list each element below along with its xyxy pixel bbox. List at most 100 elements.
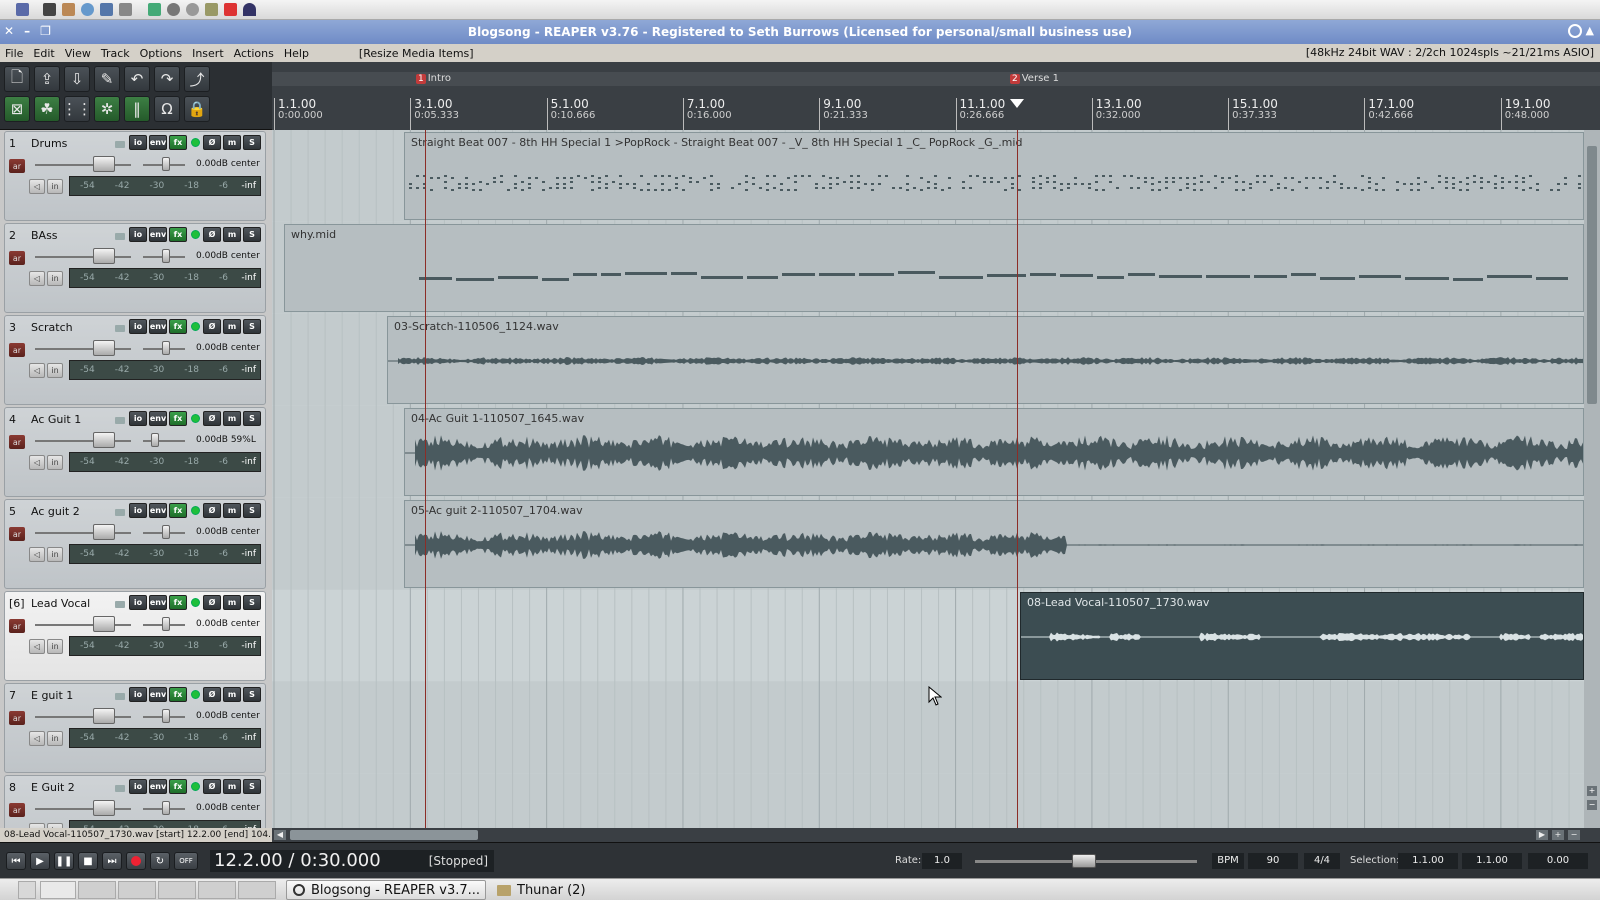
track-meter[interactable]: -54 -42 -30 -18 -6 -inf [69, 728, 261, 748]
pause-icon[interactable]: ❚❚ [54, 852, 74, 870]
volume-slider[interactable] [35, 716, 131, 718]
browser-icon[interactable] [81, 3, 94, 16]
zoom-out-icon[interactable]: − [1587, 800, 1597, 810]
folder-icon[interactable] [115, 785, 125, 792]
folder-icon[interactable] [115, 325, 125, 332]
project-settings-icon[interactable]: ✎ [94, 66, 120, 92]
track-mute-button[interactable]: m [223, 319, 241, 334]
track-header[interactable]: 1 Drums io env fx Øm Sar 0.00dB center ◁ in -54 -42… [4, 131, 266, 221]
fx-enabled-icon[interactable] [189, 779, 201, 794]
track-phase-icon[interactable]: Ø [203, 227, 221, 242]
toggle-grid-icon[interactable]: ⊠ [4, 96, 30, 122]
volume-knob[interactable] [93, 800, 115, 816]
pen-icon[interactable] [205, 3, 218, 16]
track-solo-button[interactable]: S [243, 411, 261, 426]
track-solo-button[interactable]: S [243, 227, 261, 242]
volume-knob[interactable] [93, 156, 115, 172]
track-io-button[interactable]: io [129, 319, 147, 334]
record-input-button[interactable]: in [47, 271, 63, 286]
track-meter[interactable]: -54 -42 -30 -18 -6 -inf [69, 176, 261, 196]
volume-knob[interactable] [93, 524, 115, 540]
up-arrow-icon[interactable]: ▲ [1586, 24, 1594, 38]
workspace-2[interactable] [118, 881, 156, 899]
vertical-scrollbar[interactable]: + − [1584, 130, 1600, 828]
record-monitor-icon[interactable]: ◁ [29, 639, 45, 654]
track-header[interactable]: 7 E guit 1 io env fx Øm Sar 0.00dB center ◁ in -54… [4, 683, 266, 773]
track-fx-button[interactable]: fx [169, 135, 187, 150]
pan-knob[interactable] [162, 157, 170, 171]
pin-icon[interactable] [16, 3, 29, 16]
folder-icon[interactable] [115, 141, 125, 148]
taskbar-thunar-window[interactable]: Thunar (2) [490, 880, 690, 900]
track-solo-button[interactable]: S [243, 319, 261, 334]
zoom-in-icon[interactable]: + [1587, 786, 1597, 796]
track-fx-button[interactable]: fx [169, 411, 187, 426]
scroll-right-icon[interactable]: ▶ [1536, 830, 1548, 840]
fx-enabled-icon[interactable] [189, 687, 201, 702]
play-icon[interactable]: ▶ [30, 852, 50, 870]
folder-icon[interactable] [115, 601, 125, 608]
fx-enabled-icon[interactable] [189, 319, 201, 334]
track-env-button[interactable]: env [149, 135, 167, 150]
rate-slider-knob[interactable] [1072, 854, 1096, 868]
bpm-label[interactable]: BPM [1212, 853, 1244, 869]
track-meter[interactable]: -54 -42 -30 -18 -6 -inf [69, 268, 261, 288]
snap-grid-icon[interactable]: ⋮⋮ [62, 96, 92, 122]
record-monitor-icon[interactable]: ◁ [29, 731, 45, 746]
track-env-button[interactable]: env [149, 595, 167, 610]
time-display[interactable]: 12.2.00 / 0:30.000 [Stopped] [210, 850, 494, 872]
record-input-button[interactable]: in [47, 363, 63, 378]
menu-insert[interactable]: Insert [187, 47, 229, 60]
record-arm-button[interactable]: ar [9, 435, 25, 449]
track-phase-icon[interactable]: Ø [203, 687, 221, 702]
track-io-button[interactable]: io [129, 503, 147, 518]
pan-knob[interactable] [162, 525, 170, 539]
record-monitor-icon[interactable]: ◁ [29, 363, 45, 378]
record-arm-button[interactable]: ar [9, 159, 25, 173]
new-project-icon[interactable]: 🗋 [4, 66, 30, 92]
selection-end[interactable]: 1.1.00 [1462, 853, 1522, 869]
pan-slider[interactable] [143, 440, 185, 442]
volume-knob[interactable] [93, 248, 115, 264]
track-fx-button[interactable]: fx [169, 319, 187, 334]
headphones-icon[interactable] [243, 3, 256, 16]
pan-knob[interactable] [162, 249, 170, 263]
track-solo-button[interactable]: S [243, 595, 261, 610]
minimize-icon[interactable]: – [24, 24, 30, 38]
workspace-3[interactable] [158, 881, 196, 899]
ripple-edit-icon[interactable]: ✲ [94, 96, 120, 122]
track-name[interactable]: Drums [31, 137, 115, 150]
track-fx-button[interactable]: fx [169, 227, 187, 242]
track-mute-button[interactable]: m [223, 595, 241, 610]
reaper-logo-icon[interactable] [1567, 24, 1582, 38]
reaper-launcher-icon[interactable] [40, 881, 76, 899]
menu-help[interactable]: Help [279, 47, 314, 60]
pan-knob[interactable] [162, 709, 170, 723]
record-input-button[interactable]: in [47, 639, 63, 654]
track-header[interactable]: 2 BAss io env fx Øm Sar 0.00dB center ◁ in -54 -42-… [4, 223, 266, 313]
fx-enabled-icon[interactable] [189, 503, 201, 518]
volume-slider[interactable] [35, 624, 131, 626]
track-lane[interactable] [272, 774, 1584, 828]
track-name[interactable]: Ac Guit 1 [31, 413, 115, 426]
media-item[interactable]: Straight Beat 007 - 8th HH Special 1 >Po… [404, 132, 1584, 220]
menu-options[interactable]: Options [135, 47, 187, 60]
track-solo-button[interactable]: S [243, 779, 261, 794]
track-phase-icon[interactable]: Ø [203, 595, 221, 610]
repeat-icon[interactable]: ↻ [150, 852, 170, 870]
menu-actions[interactable]: Actions [229, 47, 279, 60]
volume-slider[interactable] [35, 164, 131, 166]
track-mute-button[interactable]: m [223, 503, 241, 518]
go-to-end-icon[interactable]: ⏭ [102, 852, 122, 870]
track-phase-icon[interactable]: Ø [203, 319, 221, 334]
track-mute-button[interactable]: m [223, 227, 241, 242]
volume-slider[interactable] [35, 808, 131, 810]
track-io-button[interactable]: io [129, 227, 147, 242]
go-to-start-icon[interactable]: ⏮ [6, 852, 26, 870]
record-input-button[interactable]: in [47, 179, 63, 194]
track-header[interactable]: 8E Guit 2ioenvfxØmSar0.00dB center◁in-54… [4, 775, 266, 828]
fx-enabled-icon[interactable] [189, 227, 201, 242]
network-icon[interactable] [167, 3, 180, 16]
timeline-ruler[interactable]: 1 Intro 2 Verse 1 1.1.00 0:00.000 3.1.00 0:… [272, 62, 1600, 130]
fx-enabled-icon[interactable] [189, 595, 201, 610]
